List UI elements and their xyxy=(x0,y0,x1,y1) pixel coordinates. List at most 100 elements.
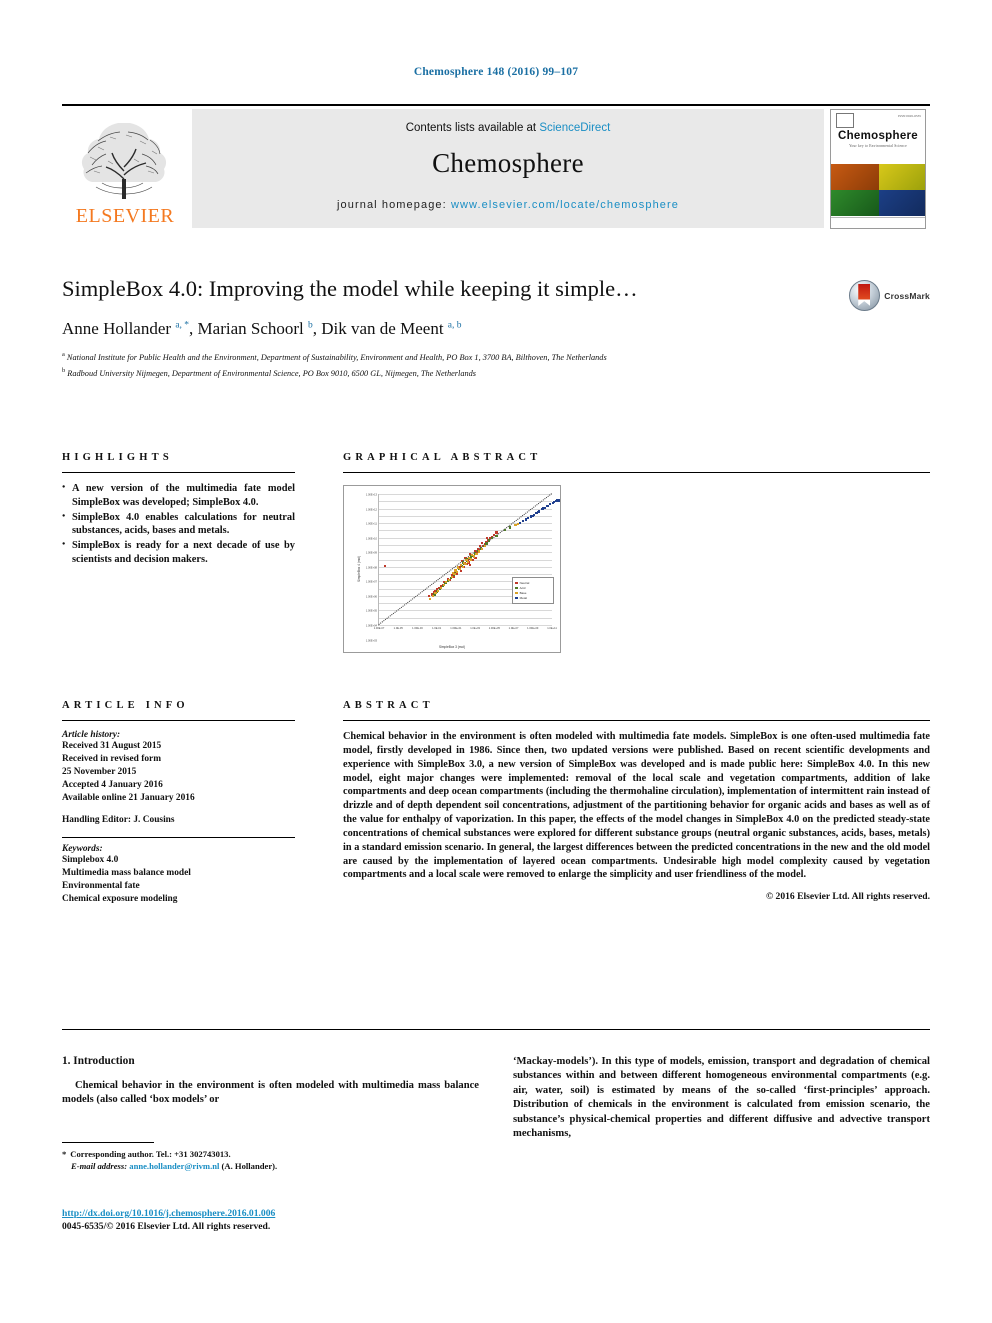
chart-data-point xyxy=(503,529,506,532)
chart-data-point xyxy=(488,539,491,542)
legend-item: Neutral xyxy=(515,581,551,585)
journal-cover: ISSN 0045-6535 Chemosphere Your key to E… xyxy=(830,109,930,231)
abstract-rule xyxy=(343,720,930,721)
legend-item: Acid xyxy=(515,586,551,590)
legend-marker-icon xyxy=(515,591,518,595)
graphical-abstract-section: GRAPHICAL ABSTRACT SimpleBox 4 (mol) 1.0… xyxy=(343,452,930,653)
sciencedirect-link[interactable]: ScienceDirect xyxy=(539,122,610,134)
chart-gridline: 1.00E+13 xyxy=(366,494,552,497)
chart-gridline: 1.00E+06 xyxy=(366,544,552,598)
chart-data-point xyxy=(445,580,448,584)
footnote-rule xyxy=(62,1141,154,1143)
chart-y-axis-title: SimpleBox 4 (mol) xyxy=(357,555,362,583)
cover-issn: ISSN 0045-6535 xyxy=(898,114,921,118)
chart-gridline: 1.00E+07 xyxy=(366,537,552,584)
journal-band: Contents lists available at ScienceDirec… xyxy=(192,109,824,228)
affiliation-b: b Radboud University Nijmegen, Departmen… xyxy=(62,366,476,378)
legend-marker-icon xyxy=(515,596,518,600)
chart-data-point xyxy=(465,559,468,562)
affiliations: a National Institute for Public Health a… xyxy=(62,350,852,379)
list-item: SimpleBox is ready for a next decade of … xyxy=(62,539,295,567)
chart-data-point xyxy=(459,564,463,567)
history-line: Received 31 August 2015 xyxy=(62,741,162,751)
journal-cover-thumbnail: ISSN 0045-6535 Chemosphere Your key to E… xyxy=(830,109,926,229)
cover-leaf-collage xyxy=(831,164,925,216)
chart-gridline: 1.00E+02 xyxy=(379,574,552,576)
chart-data-point xyxy=(468,556,471,560)
legend-item: Base xyxy=(515,591,551,595)
graphical-abstract-heading: GRAPHICAL ABSTRACT xyxy=(343,452,542,463)
email-link[interactable]: anne.hollander@rivm.nl xyxy=(129,1161,219,1171)
intro-paragraph-right: ‘Mackay-models’). In this type of models… xyxy=(513,1056,930,1140)
highlights-list: A new version of the multimedia fate mod… xyxy=(62,482,295,567)
abstract-copyright: © 2016 Elsevier Ltd. All rights reserved… xyxy=(765,891,930,903)
elsevier-logo: ELSEVIER xyxy=(62,109,190,231)
history-line: Received in revised form xyxy=(62,753,162,764)
cover-subtitle: Your key to Environmental Science xyxy=(849,144,907,148)
journal-masthead: ELSEVIER Contents lists available at Sci… xyxy=(62,104,930,231)
keywords-rule xyxy=(62,836,295,838)
homepage-url-link[interactable]: www.elsevier.com/locate/chemosphere xyxy=(451,199,679,211)
chart-data-point xyxy=(480,548,483,551)
chart-data-point xyxy=(442,583,445,587)
keyword: Chemical exposure modeling xyxy=(62,893,178,904)
affiliation-a-text: National Institute for Public Health and… xyxy=(66,353,607,363)
chart-data-point xyxy=(439,586,442,589)
history-line: 25 November 2015 xyxy=(62,766,137,777)
chart-gridline: 1.00E+05 xyxy=(366,552,552,613)
doi-link[interactable]: http://dx.doi.org/10.1016/j.chemosphere.… xyxy=(62,1208,492,1219)
affiliation-a: a National Institute for Public Health a… xyxy=(62,351,607,363)
chart-y-tick-label: 1.00E+13 xyxy=(365,493,377,497)
chart-data-point xyxy=(427,594,431,597)
chart-y-tick-label: 1.00E+11 xyxy=(366,522,377,526)
chart-data-point xyxy=(448,578,451,581)
body-column-left: 1. Introduction Chemical behavior in the… xyxy=(62,1055,479,1173)
keyword: Simplebox 4.0 xyxy=(62,854,119,865)
cover-footer-strip xyxy=(831,217,925,228)
chart-gridline: 1.00E-05 xyxy=(379,625,552,626)
page-footer: http://dx.doi.org/10.1016/j.chemosphere.… xyxy=(62,1208,492,1232)
affiliation-b-text: Radboud University Nijmegen, Department … xyxy=(67,368,476,378)
issn-copyright-line: 0045-6535/© 2016 Elsevier Ltd. All right… xyxy=(62,1221,271,1232)
email-suffix: (A. Hollander). xyxy=(221,1161,278,1172)
chart-data-point xyxy=(485,542,488,545)
crossmark-label: CrossMark xyxy=(884,290,930,301)
chart-data-point xyxy=(541,507,544,510)
chart-y-tick-label: 1.00E+05 xyxy=(365,609,377,613)
chart-data-point xyxy=(462,562,465,565)
chart-gridline: 1.00E+12 xyxy=(366,501,552,511)
article-info-rule xyxy=(62,720,295,721)
chart-data-point xyxy=(428,597,432,600)
elsevier-wordmark: ELSEVIER xyxy=(75,205,175,227)
cover-top-row: ISSN 0045-6535 xyxy=(831,110,925,128)
email-label: E-mail address: xyxy=(71,1161,128,1172)
chart-data-point xyxy=(384,564,387,568)
body-separator-rule xyxy=(62,1029,930,1030)
footnote-star-icon: * xyxy=(62,1148,67,1159)
section-heading-introduction: 1. Introduction xyxy=(62,1055,135,1067)
chart-y-tick-label: 1.00E+03 xyxy=(365,639,377,643)
chart-y-tick-label: 1.00E+07 xyxy=(365,580,377,584)
chart-data-point xyxy=(509,526,512,529)
list-item: A new version of the multimedia fate mod… xyxy=(62,482,295,510)
paper-page: Chemosphere 148 (2016) 99–107 ELSEVIER C… xyxy=(0,0,992,1323)
elsevier-tree-icon xyxy=(81,123,167,199)
footnote-corresponding-text: Corresponding author. Tel.: +31 30274301… xyxy=(70,1148,231,1159)
history-line: Available online 21 January 2016 xyxy=(62,792,195,803)
keywords-label: Keywords: xyxy=(62,843,103,854)
page-title: SimpleBox 4.0: Improving the model while… xyxy=(62,276,638,301)
chart-data-point xyxy=(495,535,498,538)
abstract-text: Chemical behavior in the environment is … xyxy=(343,731,930,881)
list-item: SimpleBox 4.0 enables calculations for n… xyxy=(62,511,295,539)
chart-data-point xyxy=(519,522,522,525)
legend-marker-icon xyxy=(515,586,518,590)
journal-title: Chemosphere xyxy=(432,148,584,178)
chart-data-point xyxy=(459,570,463,573)
chart-data-point xyxy=(456,572,459,576)
chart-y-tick-label: 1.00E+10 xyxy=(365,537,377,541)
crossmark-badge[interactable]: CrossMark xyxy=(849,280,930,311)
chart-y-tick-label: 1.00E+09 xyxy=(365,551,377,555)
footnote-corresponding-author: * Corresponding author. Tel.: +31 3027430… xyxy=(62,1148,479,1160)
contents-line: Contents lists available at ScienceDirec… xyxy=(192,109,824,134)
scatter-plot: 1.00E+13 1.00E+12 1.00E+11 1.00E+10 1.00E+09… xyxy=(366,493,560,642)
